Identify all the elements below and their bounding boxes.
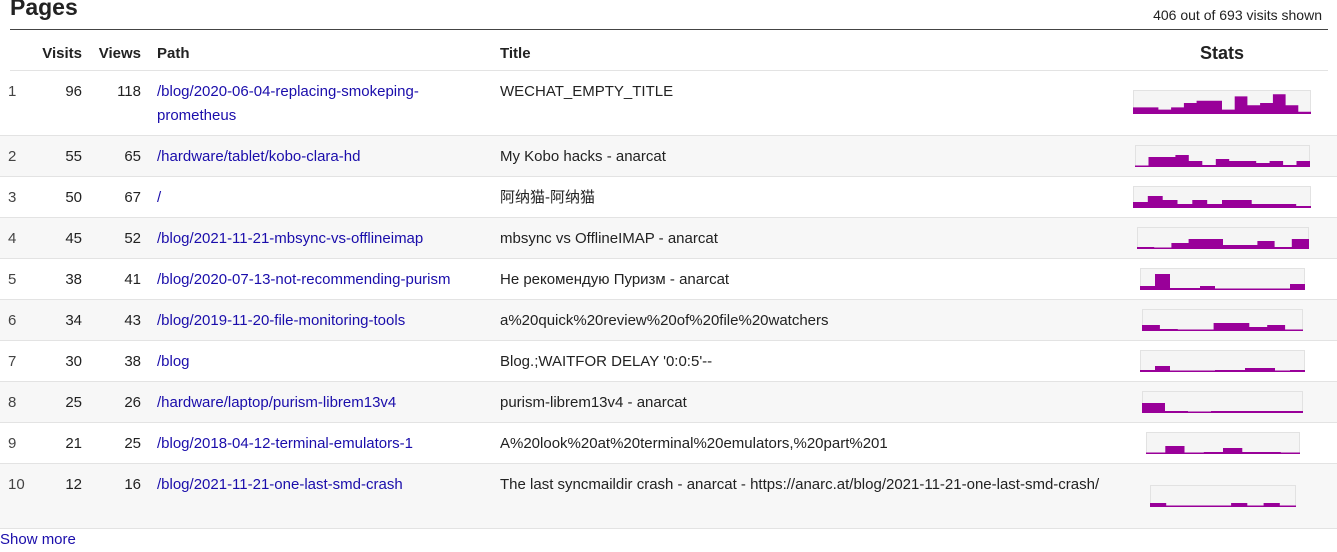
row-views: 38 [124,353,141,370]
visits-sparkline [1133,90,1311,114]
visits-sparkline [1135,145,1310,167]
visits-sparkline [1146,432,1300,454]
table-row: 7 30 38/blog Blog.;WAITFOR DELAY '0:0:5'-- [0,341,1337,382]
row-path-link[interactable]: /hardware/tablet/kobo-clara-hd [157,145,487,169]
row-visits: 12 [65,476,82,493]
row-title: 阿纳猫-阿纳猫 [500,189,595,206]
table-row: 3 50 67/阿纳猫-阿纳猫 [0,177,1337,218]
column-header-visits[interactable]: Visits [10,45,82,62]
row-path-link[interactable]: /blog/2020-06-04-replacing-smokeping-pro… [157,80,487,128]
visits-sparkline [1142,391,1303,413]
visits-sparkline [1140,268,1305,290]
row-views: 67 [124,189,141,206]
row-path-link[interactable]: /hardware/laptop/purism-librem13v4 [157,391,487,415]
row-title: Blog.;WAITFOR DELAY '0:0:5'-- [500,353,713,370]
row-path-link[interactable]: / [157,186,487,210]
visits-sparkline [1142,309,1303,331]
row-views: 52 [124,230,141,247]
row-title: My Kobo hacks - anarcat [500,148,666,165]
row-path-link[interactable]: /blog/2019-11-20-file-monitoring-tools [157,309,487,333]
row-title: The last syncmaildir crash - anarcat - h… [500,476,1100,493]
row-path-link[interactable]: /blog/2020-07-13-not-recommending-purism [157,268,487,292]
row-title: mbsync vs OfflineIMAP - anarcat [500,230,718,247]
table-row: 2 55 65/hardware/tablet/kobo-clara-hd My Ko… [0,136,1337,177]
row-path-link[interactable]: /blog/2021-11-21-mbsync-vs-offlineimap [157,227,487,251]
table-row: 9 21 25/blog/2018-04-12-terminal-emulators… [0,423,1337,464]
row-views: 26 [124,394,141,411]
table-row: 10 12 16/blog/2021-11-21-one-last-smd-cras… [0,464,1337,529]
row-title: purism-librem13v4 - anarcat [500,394,687,411]
table-row: 5 38 41/blog/2020-07-13-not-recommending-p… [0,259,1337,300]
visits-shown-count: 406 out of 693 visits shown [1153,7,1322,23]
row-visits: 38 [65,271,82,288]
row-path-link[interactable]: /blog [157,350,487,374]
row-visits: 30 [65,353,82,370]
row-visits: 45 [65,230,82,247]
row-path-link[interactable]: /blog/2018-04-12-terminal-emulators-1 [157,432,487,456]
table-row: 4 45 52/blog/2021-11-21-mbsync-vs-offlinei… [0,218,1337,259]
pages-header: Pages 406 out of 693 visits shown [10,0,1328,30]
row-views: 118 [117,83,141,100]
row-views: 16 [124,476,141,493]
row-views: 65 [124,148,141,165]
row-visits: 96 [65,83,82,100]
row-visits: 55 [65,148,82,165]
row-title: a%20quick%20review%20of%20file%20watcher… [500,312,829,329]
row-title: WECHAT_EMPTY_TITLE [500,83,674,100]
column-header-stats: Stats [1199,43,1244,63]
row-title: A%20look%20at%20terminal%20emulators,%20… [500,435,888,452]
row-visits: 25 [65,394,82,411]
column-header-views[interactable]: Views [82,45,141,62]
row-title: Не рекомендую Пуризм - anarcat [500,271,730,288]
row-views: 43 [124,312,141,329]
table-row: 6 34 43/blog/2019-11-20-file-monitoring-to… [0,300,1337,341]
table-row: 1 96 118/blog/2020-06-04-replacing-smokepi… [0,71,1337,136]
column-header-path[interactable]: Path [157,45,190,62]
visits-sparkline [1150,485,1296,507]
row-views: 25 [124,435,141,452]
pages-title: Pages [10,0,78,20]
table-row: 8 25 26/hardware/laptop/purism-librem13v4 p… [0,382,1337,423]
row-path-link[interactable]: /blog/2021-11-21-one-last-smd-crash [157,473,487,497]
visits-sparkline [1140,350,1305,372]
show-more-link[interactable]: Show more [0,531,76,548]
column-header-title[interactable]: Title [500,45,531,62]
row-visits: 21 [65,435,82,452]
visits-sparkline [1133,186,1311,208]
visits-sparkline [1137,227,1309,249]
row-visits: 50 [65,189,82,206]
table-header: Visits Views Path Title Stats [10,30,1328,71]
row-views: 41 [124,271,141,288]
row-visits: 34 [65,312,82,329]
